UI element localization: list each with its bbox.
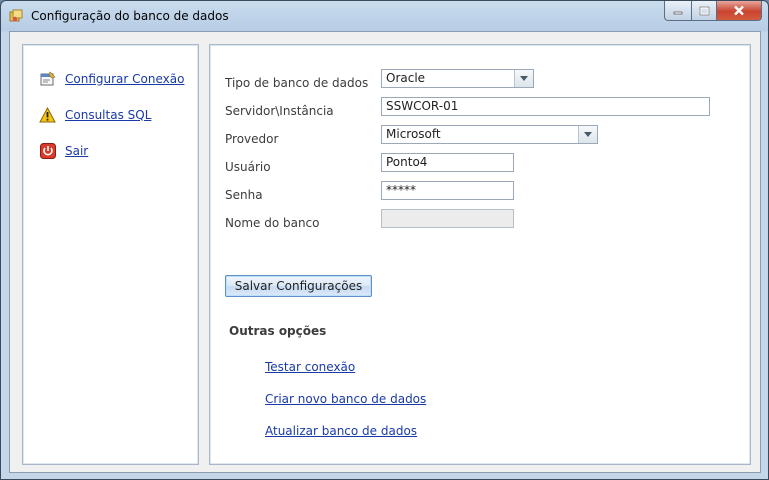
- user-label: Usuário: [225, 160, 271, 174]
- power-icon: [39, 142, 56, 159]
- sidebar-item-label[interactable]: Consultas SQL: [65, 108, 151, 122]
- chevron-down-icon[interactable]: [578, 126, 597, 143]
- db-name-input: [381, 209, 514, 228]
- server-input[interactable]: SSWCOR-01: [381, 97, 710, 116]
- sidebar-item-consultas-sql[interactable]: Consultas SQL: [39, 106, 151, 123]
- create-database-link[interactable]: Criar novo banco de dados: [265, 392, 426, 406]
- maximize-icon: [699, 6, 709, 15]
- save-settings-button[interactable]: Salvar Configurações: [225, 275, 372, 297]
- update-database-link[interactable]: Atualizar banco de dados: [265, 424, 417, 438]
- db-type-select[interactable]: Oracle: [381, 69, 534, 88]
- window-title: Configuração do banco de dados: [31, 9, 229, 23]
- sidebar-item-sair[interactable]: Sair: [39, 142, 88, 159]
- other-options-heading: Outras opções: [229, 324, 327, 338]
- minimize-icon: [673, 11, 683, 14]
- user-input[interactable]: Ponto4: [381, 153, 514, 172]
- settings-doc-icon: [39, 70, 56, 87]
- chevron-down-icon[interactable]: [514, 70, 533, 87]
- minimize-button[interactable]: [664, 1, 692, 21]
- client-area: Configurar Conexão Consultas SQL Sair Ti…: [9, 31, 761, 473]
- sidebar-item-label[interactable]: Sair: [65, 144, 88, 158]
- sidebar-item-configurar-conexao[interactable]: Configurar Conexão: [39, 70, 184, 87]
- provider-select[interactable]: Microsoft: [381, 125, 598, 144]
- title-bar[interactable]: Configuração do banco de dados: [1, 1, 768, 31]
- db-type-label: Tipo de banco de dados: [225, 76, 369, 90]
- database-config-icon: [9, 9, 23, 23]
- password-label: Senha: [225, 188, 263, 202]
- provider-value: Microsoft: [386, 127, 441, 141]
- server-label: Servidor\Instância: [225, 104, 334, 118]
- config-panel: Tipo de banco de dados Oracle Servidor\I…: [209, 44, 751, 465]
- sidebar-panel: Configurar Conexão Consultas SQL Sair: [22, 44, 199, 465]
- maximize-button[interactable]: [692, 1, 717, 21]
- db-type-value: Oracle: [386, 71, 426, 85]
- test-connection-link[interactable]: Testar conexão: [265, 360, 355, 374]
- db-name-label: Nome do banco: [225, 216, 320, 230]
- app-window: Configuração do banco de dados Configura…: [0, 0, 769, 480]
- provider-label: Provedor: [225, 132, 279, 146]
- warning-icon: [39, 106, 56, 123]
- close-icon: [734, 5, 744, 16]
- sidebar-item-label[interactable]: Configurar Conexão: [65, 72, 184, 86]
- password-input[interactable]: *****: [381, 181, 514, 200]
- close-button[interactable]: [717, 1, 762, 21]
